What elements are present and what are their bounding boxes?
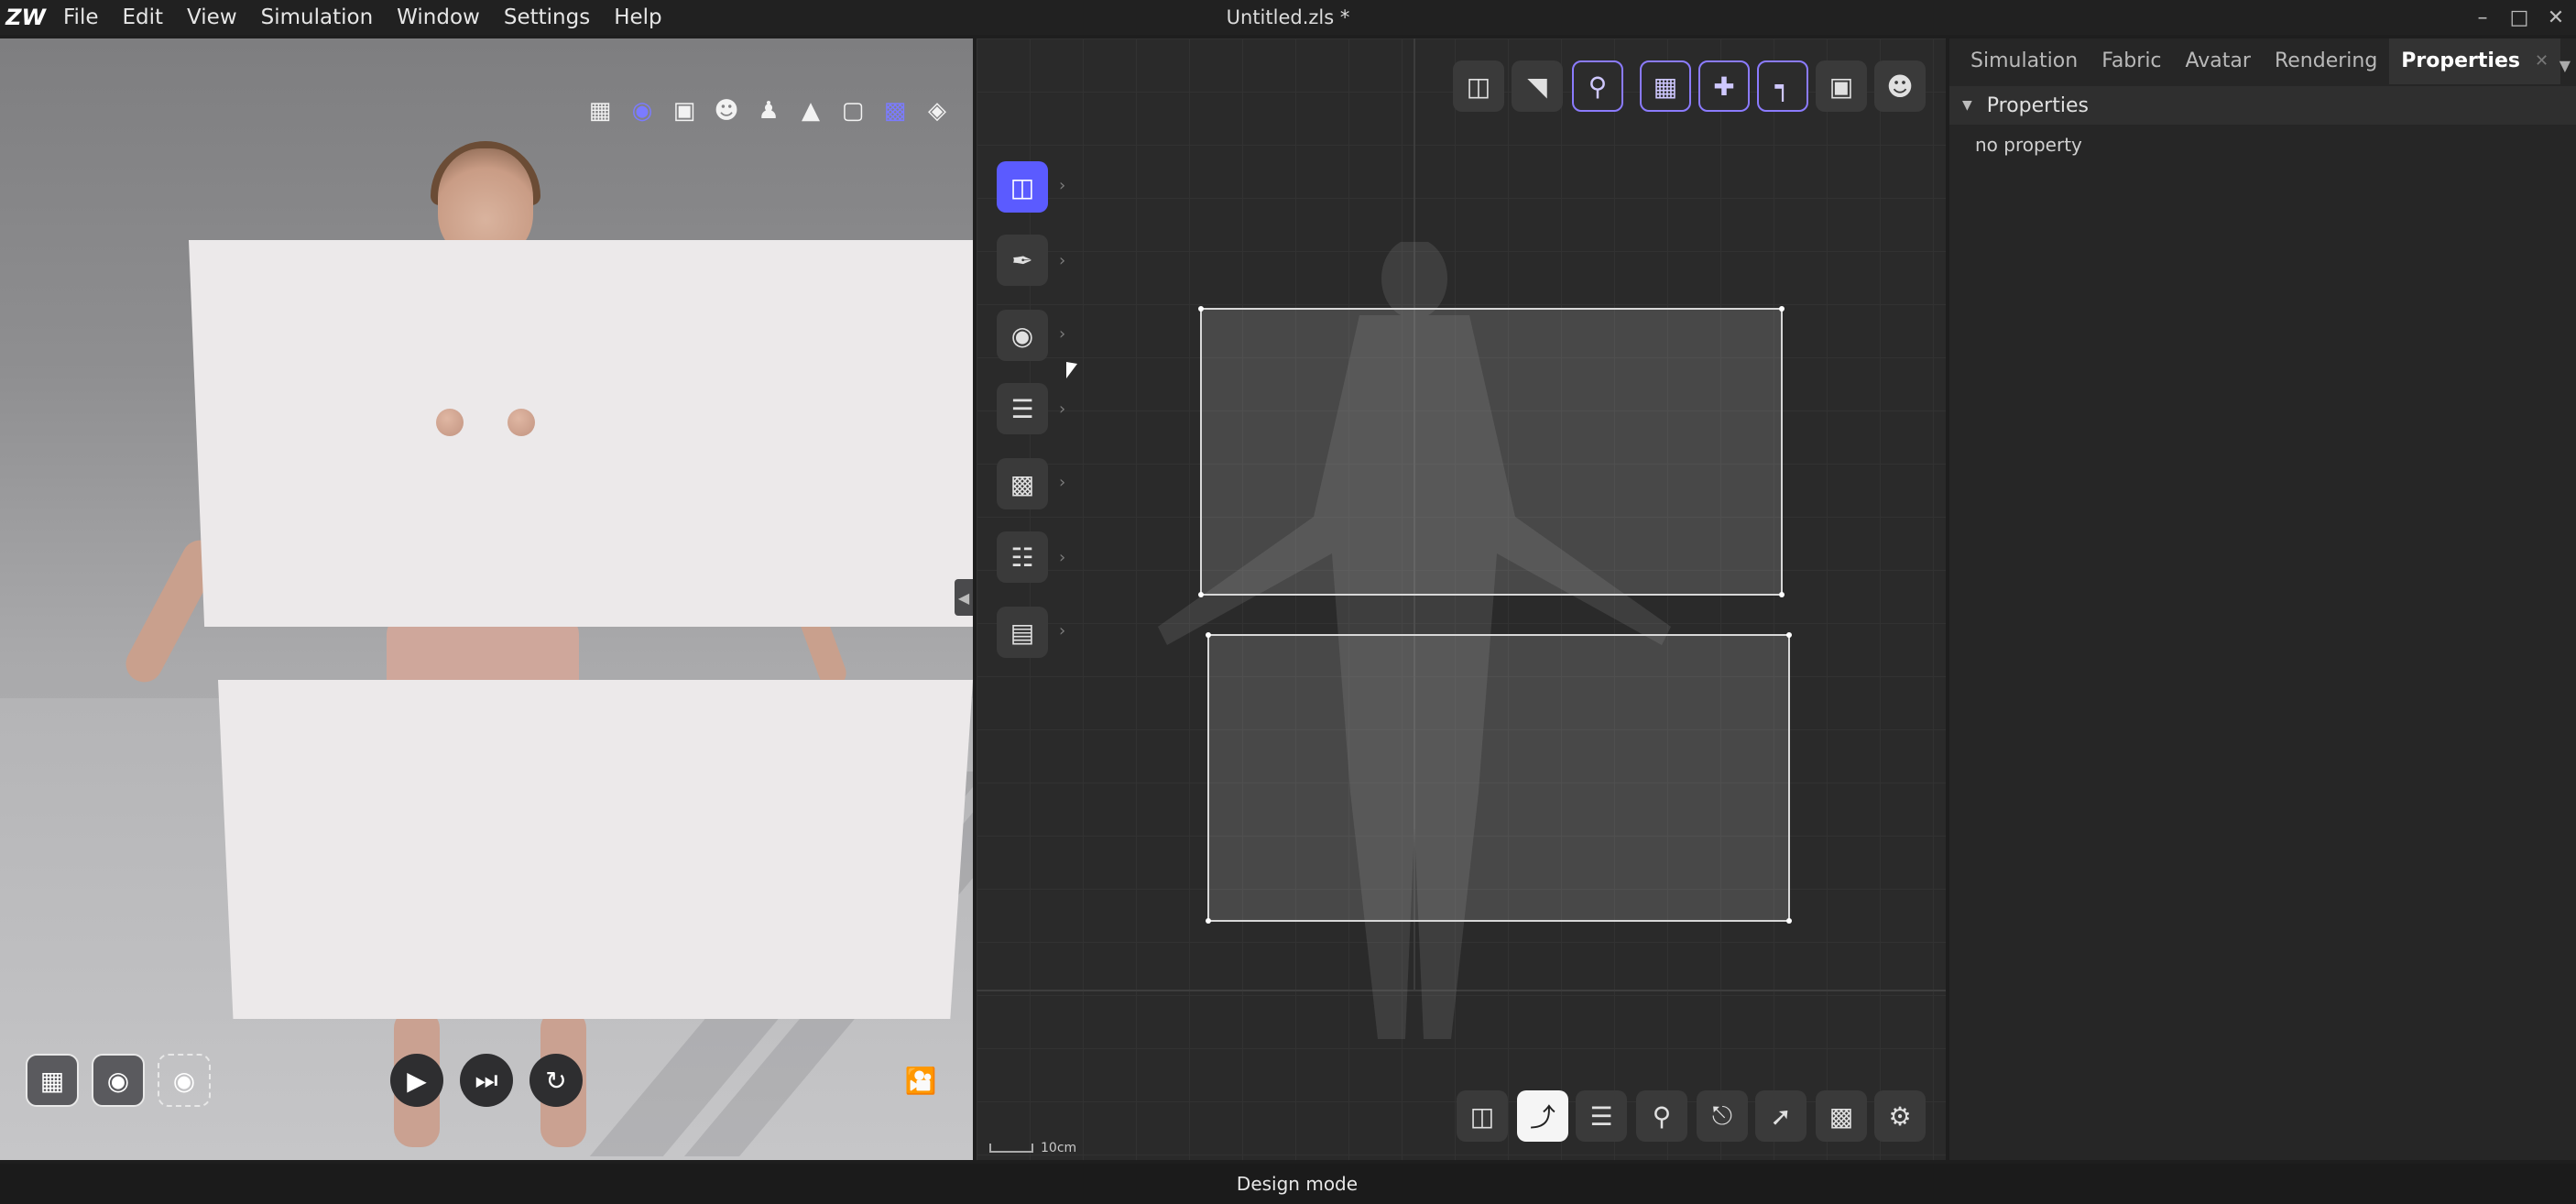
box-icon[interactable]: ▢ [837,95,868,126]
internal-shape-icon[interactable]: ◉ [997,310,1048,361]
viewport-3d[interactable]: ▦ ◉ ▣ ☻ ♟ ▲ ▢ ▩ ◈ ▦ ◉ ◉ ▶ ⏭ ↻ 🎦 [0,38,973,1160]
render-icon[interactable]: ▦ [26,1054,79,1107]
status-bar: Design mode [0,1164,2576,1204]
maximize-icon[interactable]: □ [2501,0,2538,35]
pattern-corner[interactable] [1198,592,1204,597]
edit-pattern-icon[interactable]: ◥ [1512,60,1563,112]
snapshot-icon[interactable]: ◉ [158,1054,211,1107]
measure-icon[interactable]: ▤ [997,607,1048,658]
scale-label: 10cm [1041,1141,1077,1155]
properties-section-header[interactable]: ▼ Properties [1949,86,2576,125]
mode-status: Design mode [1236,1173,1359,1195]
play-icon[interactable]: ▶ [390,1054,443,1107]
document-title: Untitled.zls * [1226,6,1350,28]
right-panel: Simulation Fabric Avatar Rendering Prope… [1949,38,2576,1160]
menu-settings[interactable]: Settings [492,0,602,35]
menu-simulation[interactable]: Simulation [249,0,386,35]
transform-icon[interactable]: ◫ [1457,1090,1508,1142]
texture-sphere-icon[interactable]: ◉ [627,95,658,126]
fabric-layer-icon[interactable]: ▣ [669,95,700,126]
pattern-2d-top[interactable] [1198,306,1785,597]
properties-section-title: Properties [1986,93,2089,117]
menu-edit[interactable]: Edit [111,0,176,35]
reset-icon[interactable]: ↻ [529,1054,583,1107]
arrange-icon[interactable]: ▣ [1816,60,1867,112]
sewing-icon[interactable]: ☰ [997,383,1048,434]
tab-fabric[interactable]: Fabric [2090,38,2173,84]
chevron-right-icon[interactable]: › [1059,176,1065,195]
close-tab-icon[interactable]: ✕ [2535,38,2549,84]
pin-icon[interactable]: ⚲ [1572,60,1623,112]
no-property-text: no property [1975,134,2082,156]
tab-properties[interactable]: Properties ✕ [2389,38,2561,84]
scale-indicator: 10cm [989,1141,1076,1155]
texture-icon[interactable]: ▩ [997,458,1048,509]
tab-rendering[interactable]: Rendering [2263,38,2389,84]
tab-menu-icon[interactable]: ▼ [2560,57,2571,74]
tab-simulation[interactable]: Simulation [1959,38,2090,84]
avatar-bump [508,409,535,436]
pattern-2d-bottom[interactable] [1206,632,1792,924]
collapse-triangle-icon[interactable]: ▼ [1962,98,1972,113]
pattern-corner[interactable] [1779,306,1785,312]
lock-icon[interactable]: ⎋ [1697,1090,1748,1142]
avatar-icon[interactable]: ☻ [711,95,742,126]
tab-avatar[interactable]: Avatar [2174,38,2263,84]
menu-bar: ZW File Edit View Simulation Window Sett… [0,0,2576,35]
menu-view[interactable]: View [175,0,249,35]
pattern-corner[interactable] [1198,306,1204,312]
pattern-corner[interactable] [1786,632,1792,638]
sewing-line-icon[interactable]: ☰ [1576,1090,1627,1142]
chevron-right-icon[interactable]: › [1059,473,1065,492]
curve-point-icon[interactable]: ⤴ [1517,1090,1568,1142]
camera-rig-icon[interactable]: ▩ [879,95,911,126]
pen-icon[interactable]: ✒ [997,235,1048,286]
segment-icon[interactable]: ➚ [1755,1090,1806,1142]
garment-icon[interactable]: ▲ [795,95,826,126]
viewport-2d[interactable]: ◫ ◥ ⚲ ▦ ✚ ┑ ▣ ☻ ◫ › ✒ › ◉ › ☰ › ▩ › ☷ › … [977,38,1946,1160]
settings-icon[interactable]: ⚙ [1874,1090,1926,1142]
chevron-right-icon[interactable]: › [1059,548,1065,567]
fold-icon[interactable]: ☷ [997,531,1048,583]
pattern-corner[interactable] [1779,592,1785,597]
grid-view-icon[interactable]: ▦ [1640,60,1691,112]
minimize-icon[interactable]: – [2464,0,2501,35]
pattern-3d-top[interactable] [189,240,973,627]
chevron-right-icon[interactable]: › [1059,400,1065,419]
app-window: ZW File Edit View Simulation Window Sett… [0,0,2576,1204]
app-logo: ZW [5,5,46,30]
tab-properties-label: Properties [2401,49,2520,72]
pattern-corner[interactable] [1786,918,1792,924]
close-icon[interactable]: ✕ [2538,0,2574,35]
pin-tool-icon[interactable]: ⚲ [1636,1090,1687,1142]
panel-collapse-handle[interactable]: ◀ [955,579,973,616]
menu-window[interactable]: Window [385,0,492,35]
menu-file[interactable]: File [51,0,111,35]
image-icon[interactable]: ▩ [1816,1090,1867,1142]
pattern-view-icon[interactable]: ◫ [1453,60,1504,112]
pattern-corner[interactable] [1206,918,1211,924]
symmetry-icon[interactable]: ✚ [1698,60,1750,112]
chevron-right-icon[interactable]: › [1059,251,1065,270]
mouse-cursor-icon [1066,361,1077,381]
chevron-right-icon[interactable]: › [1059,621,1065,640]
avatar-view-icon[interactable]: ☻ [1874,60,1926,112]
pattern-3d-bottom[interactable] [218,680,973,1019]
pose-icon[interactable]: ♟ [753,95,784,126]
step-forward-icon[interactable]: ⏭ [460,1054,513,1107]
menu-help[interactable]: Help [602,0,673,35]
chevron-right-icon[interactable]: › [1059,324,1065,344]
avatar-bump [436,409,464,436]
panel-tabs: Simulation Fabric Avatar Rendering Prope… [1949,38,2576,84]
pattern-corner[interactable] [1206,632,1211,638]
select-pattern-icon[interactable]: ◫ [997,161,1048,213]
cube-icon[interactable]: ◈ [922,95,953,126]
seam-view-icon[interactable]: ┑ [1757,60,1808,112]
render-view-icon[interactable]: ◉ [92,1054,145,1107]
mesh-icon[interactable]: ▦ [584,95,616,126]
scale-line [989,1144,1033,1153]
video-icon[interactable]: 🎦 [894,1054,947,1107]
